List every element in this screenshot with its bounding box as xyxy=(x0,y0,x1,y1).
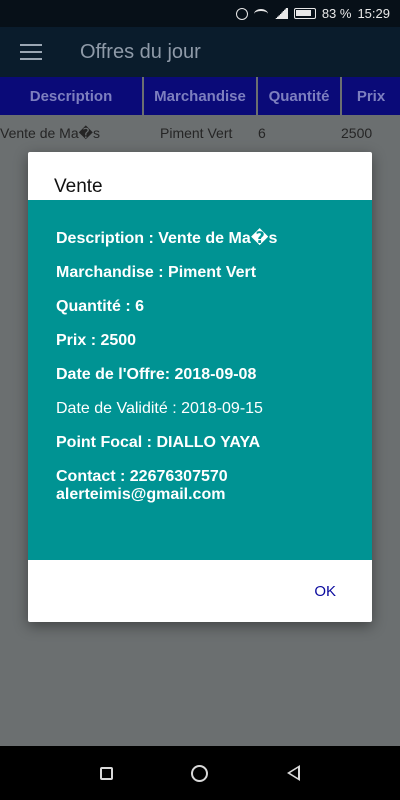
app-bar: Offres du jour xyxy=(0,27,400,77)
status-bar: 83 % 15:29 xyxy=(0,0,400,27)
column-header-quantite[interactable]: Quantité xyxy=(258,77,342,115)
home-button[interactable] xyxy=(188,761,212,785)
field-contact: Contact : 22676307570 alerteimis@gmail.c… xyxy=(56,468,350,504)
back-button[interactable] xyxy=(281,761,305,785)
menu-icon[interactable] xyxy=(20,44,42,60)
battery-icon xyxy=(293,8,316,19)
table-header: Description Marchandise Quantité Prix xyxy=(0,77,400,115)
dialog-body: Description : Vente de Ma�s Marchandise … xyxy=(28,200,372,560)
back-icon xyxy=(286,765,300,781)
field-marchandise: Marchandise : Piment Vert xyxy=(56,264,257,281)
home-icon xyxy=(191,764,209,782)
ok-button[interactable]: OK xyxy=(314,583,336,600)
wifi-icon xyxy=(253,8,268,19)
cell-prix: 2500 xyxy=(341,125,373,141)
clock: 15:29 xyxy=(357,6,390,21)
recents-icon xyxy=(100,766,114,780)
table-row[interactable]: Vente de Ma�s Piment Vert 6 2500 xyxy=(0,115,400,151)
offer-dialog: Vente Description : Vente de Ma�s Marcha… xyxy=(28,152,372,622)
field-date-offre: Date de l'Offre: 2018-09-08 xyxy=(56,366,257,383)
field-date-validite: Date de Validité : 2018-09-15 xyxy=(56,400,263,417)
cell-marchandise: Piment Vert xyxy=(160,125,233,141)
column-header-prix[interactable]: Prix xyxy=(342,77,400,115)
dialog-title: Vente xyxy=(54,176,103,197)
field-description: Description : Vente de Ma�s xyxy=(56,230,278,247)
nav-bar xyxy=(0,746,400,800)
field-quantite: Quantité : 6 xyxy=(56,298,145,315)
field-prix: Prix : 2500 xyxy=(56,332,137,349)
alarm-icon xyxy=(235,7,248,20)
contact-phone: Contact : 22676307570 xyxy=(56,468,228,485)
field-point-focal: Point Focal : DIALLO YAYA xyxy=(56,434,261,451)
column-header-marchandise[interactable]: Marchandise xyxy=(144,77,258,115)
battery-percent: 83 % xyxy=(321,6,352,21)
signal-icon xyxy=(273,8,288,19)
cell-quantite: 6 xyxy=(258,125,266,141)
page-title: Offres du jour xyxy=(80,40,201,63)
recents-button[interactable] xyxy=(95,761,119,785)
contact-email: alerteimis@gmail.com xyxy=(56,486,226,503)
column-header-description[interactable]: Description xyxy=(0,77,144,115)
cell-description: Vente de Ma�s xyxy=(0,124,100,141)
